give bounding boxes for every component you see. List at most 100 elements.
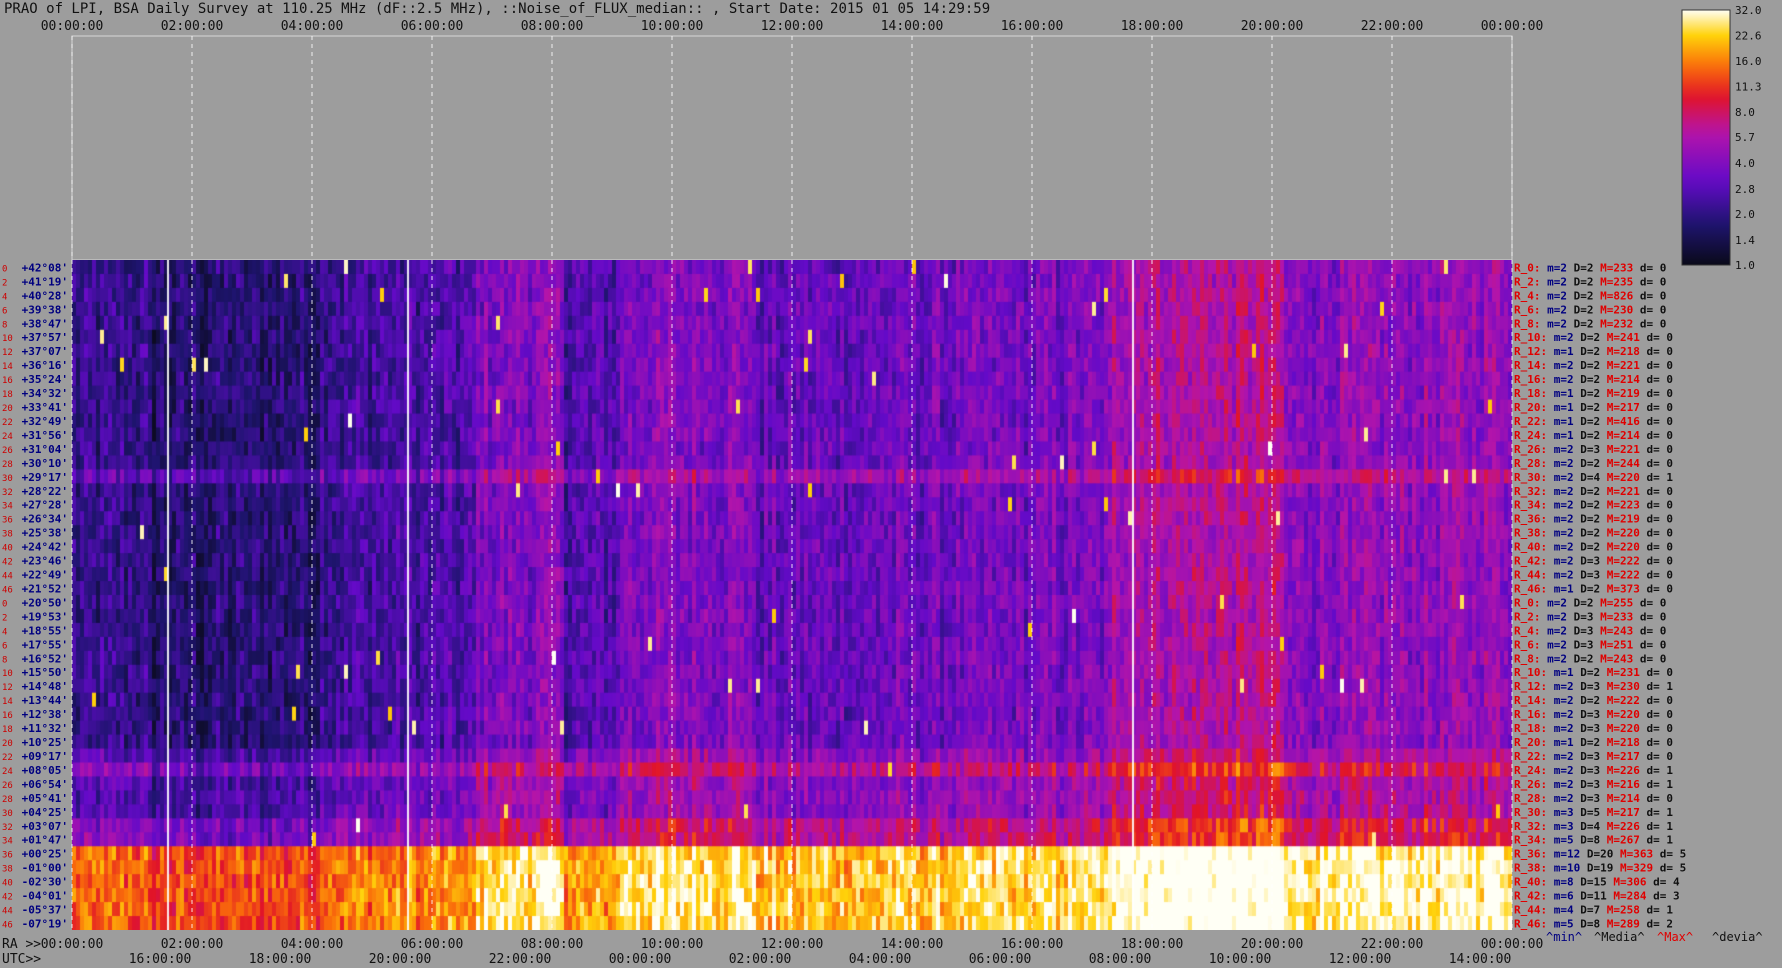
row-index-label: 6 bbox=[2, 306, 7, 316]
row-stats-label: R_32: m=2 D=2 M=221 d= 0 bbox=[1514, 485, 1673, 498]
row-index-label: 44 bbox=[2, 907, 13, 917]
declination-label: +40°28' bbox=[22, 289, 68, 302]
declination-label: +09°17' bbox=[22, 750, 68, 763]
declination-label: +38°47' bbox=[22, 317, 68, 330]
row-stats-label: R_16: m=2 D=3 M=220 d= 0 bbox=[1514, 708, 1673, 721]
utc-axis-tick-7: 06:00:00 bbox=[969, 952, 1032, 967]
row-stats-label: R_8: m=2 D=2 M=232 d= 0 bbox=[1514, 317, 1666, 330]
row-index-label: 24 bbox=[2, 432, 13, 442]
heatmap-chart: 00:00:00 02:00:00 04:00:00 06:00:00 08:00:00… bbox=[2, 4, 1763, 967]
survey-screen: PRAO of LPI, BSA Daily Survey at 110.25 … bbox=[0, 0, 1782, 968]
declination-label: +37°07' bbox=[22, 345, 68, 358]
row-index-label: 0 bbox=[2, 599, 7, 609]
utc-axis-tick-2: 20:00:00 bbox=[369, 952, 432, 967]
row-index-label: 44 bbox=[2, 572, 13, 582]
row-index-label: 30 bbox=[2, 809, 13, 819]
colorbar-tick-5: 5.7 bbox=[1735, 131, 1755, 144]
row-stats-label: R_42: m=6 D=11 M=284 d= 3 bbox=[1514, 890, 1680, 903]
row-stats-label: R_32: m=3 D=4 M=226 d= 1 bbox=[1514, 820, 1673, 833]
declination-label: +20°50' bbox=[22, 596, 68, 609]
top-axis-tick-2: 04:00:00 bbox=[281, 19, 344, 34]
utc-axis-tick-8: 08:00:00 bbox=[1089, 952, 1152, 967]
row-stats-label: R_22: m=2 D=3 M=217 d= 0 bbox=[1514, 750, 1673, 763]
declination-label: +16°52' bbox=[22, 652, 68, 665]
top-axis-tick-4: 08:00:00 bbox=[521, 19, 584, 34]
utc-axis-tick-6: 04:00:00 bbox=[849, 952, 912, 967]
row-index-label: 0 bbox=[2, 264, 7, 274]
declination-label: +28°22' bbox=[22, 485, 68, 498]
ra-axis-tick-8: 16:00:00 bbox=[1001, 937, 1064, 952]
row-stats-label: R_22: m=1 D=2 M=416 d= 0 bbox=[1514, 415, 1673, 428]
row-index-label: 18 bbox=[2, 725, 13, 735]
row-stats-label: R_12: m=2 D=3 M=230 d= 1 bbox=[1514, 680, 1673, 693]
ra-axis-tick-11: 22:00:00 bbox=[1361, 937, 1424, 952]
row-index-label: 34 bbox=[2, 837, 13, 847]
ra-axis-tick-7: 14:00:00 bbox=[881, 937, 944, 952]
row-index-label: 32 bbox=[2, 823, 13, 833]
colorbar-tick-10: 1.0 bbox=[1735, 259, 1755, 272]
row-stats-label: R_18: m=1 D=2 M=219 d= 0 bbox=[1514, 387, 1673, 400]
declination-label: +15°50' bbox=[22, 666, 68, 679]
top-axis-tick-12: 00:00:00 bbox=[1481, 19, 1544, 34]
utc-axis-tick-0: 16:00:00 bbox=[129, 952, 192, 967]
row-index-label: 32 bbox=[2, 488, 13, 498]
colorbar-tick-8: 2.0 bbox=[1735, 208, 1755, 221]
row-stats-label: R_18: m=2 D=3 M=220 d= 0 bbox=[1514, 722, 1673, 735]
row-index-label: 4 bbox=[2, 292, 7, 302]
colorbar bbox=[1681, 9, 1731, 266]
row-stats-label: R_40: m=2 D=2 M=220 d= 0 bbox=[1514, 541, 1673, 554]
top-axis-tick-10: 20:00:00 bbox=[1241, 19, 1304, 34]
declination-label: +23°46' bbox=[22, 555, 68, 568]
row-stats-label: R_28: m=2 D=2 M=244 d= 0 bbox=[1514, 457, 1673, 470]
declination-label: +19°53' bbox=[22, 610, 68, 623]
ra-axis-tick-12: 00:00:00 bbox=[1481, 937, 1544, 952]
declination-label: +31°04' bbox=[22, 443, 68, 456]
row-stats-label: R_6: m=2 D=2 M=230 d= 0 bbox=[1514, 303, 1666, 316]
row-stats-label: R_2: m=2 D=2 M=235 d= 0 bbox=[1514, 275, 1666, 288]
declination-label: +10°25' bbox=[22, 736, 68, 749]
declination-label: +18°55' bbox=[22, 624, 68, 637]
row-index-label: 16 bbox=[2, 376, 13, 386]
ra-axis-label: RA >> bbox=[2, 937, 41, 952]
row-index-label: 20 bbox=[2, 404, 13, 414]
row-stats-label: R_12: m=1 D=2 M=218 d= 0 bbox=[1514, 345, 1673, 358]
declination-label: +06°54' bbox=[22, 778, 68, 791]
colorbar-tick-9: 1.4 bbox=[1735, 234, 1755, 247]
row-index-label: 8 bbox=[2, 320, 7, 330]
declination-label: +34°32' bbox=[22, 387, 68, 400]
row-index-label: 2 bbox=[2, 278, 7, 288]
declination-label: +27°28' bbox=[22, 499, 68, 512]
row-stats-label: R_30: m=3 D=5 M=217 d= 1 bbox=[1514, 806, 1673, 819]
ra-axis-tick-4: 08:00:00 bbox=[521, 937, 584, 952]
row-stats-label: R_36: m=2 D=2 M=219 d= 0 bbox=[1514, 513, 1673, 526]
utc-axis-tick-10: 12:00:00 bbox=[1329, 952, 1392, 967]
row-stats-label: R_26: m=2 D=3 M=221 d= 0 bbox=[1514, 443, 1673, 456]
row-index-label: 46 bbox=[2, 920, 13, 930]
footer-stat-3: ^devia^ bbox=[1712, 930, 1763, 944]
row-stats-label: R_4: m=2 D=3 M=243 d= 0 bbox=[1514, 624, 1666, 637]
declination-label: +42°08' bbox=[22, 261, 68, 274]
declination-label: +17°55' bbox=[22, 638, 68, 651]
declination-label: +33°41' bbox=[22, 401, 68, 414]
declination-label: +24°42' bbox=[22, 541, 68, 554]
row-stats-label: R_46: m=5 D=8 M=289 d= 2 bbox=[1514, 917, 1673, 930]
row-index-label: 8 bbox=[2, 655, 7, 665]
row-index-label: 40 bbox=[2, 879, 13, 889]
declination-label: +41°19' bbox=[22, 275, 68, 288]
row-stats-label: R_2: m=2 D=3 M=233 d= 0 bbox=[1514, 610, 1666, 623]
row-stats-label: R_28: m=2 D=3 M=214 d= 0 bbox=[1514, 792, 1673, 805]
colorbar-tick-1: 22.6 bbox=[1735, 30, 1762, 43]
row-index-label: 34 bbox=[2, 502, 13, 512]
row-index-label: 40 bbox=[2, 544, 13, 554]
row-stats-label: R_24: m=2 D=3 M=226 d= 1 bbox=[1514, 764, 1673, 777]
declination-label: +22°49' bbox=[22, 569, 68, 582]
row-stats-label: R_44: m=2 D=3 M=222 d= 0 bbox=[1514, 569, 1673, 582]
row-stats-label: R_20: m=1 D=2 M=218 d= 0 bbox=[1514, 736, 1673, 749]
utc-axis-tick-5: 02:00:00 bbox=[729, 952, 792, 967]
declination-label: +30°10' bbox=[22, 457, 68, 470]
row-stats-label: R_10: m=1 D=2 M=231 d= 0 bbox=[1514, 666, 1673, 679]
row-stats-label: R_38: m=2 D=2 M=220 d= 0 bbox=[1514, 527, 1673, 540]
row-index-label: 10 bbox=[2, 669, 13, 679]
row-stats-label: R_44: m=4 D=7 M=258 d= 1 bbox=[1514, 904, 1673, 917]
declination-label: +13°44' bbox=[22, 694, 68, 707]
